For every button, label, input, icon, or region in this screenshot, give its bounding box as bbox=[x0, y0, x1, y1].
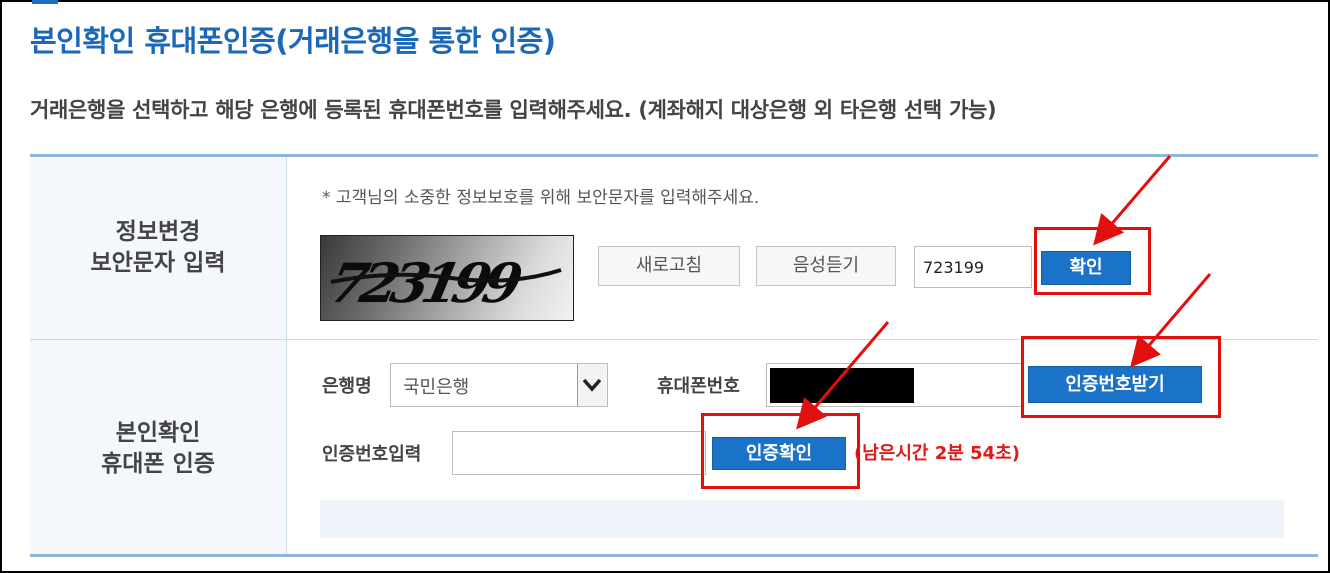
red-arrow-icon bbox=[796, 321, 890, 430]
annotation-arrows bbox=[796, 155, 1212, 430]
red-arrow-icon bbox=[1130, 273, 1212, 368]
red-arrow-icon bbox=[1093, 155, 1172, 246]
